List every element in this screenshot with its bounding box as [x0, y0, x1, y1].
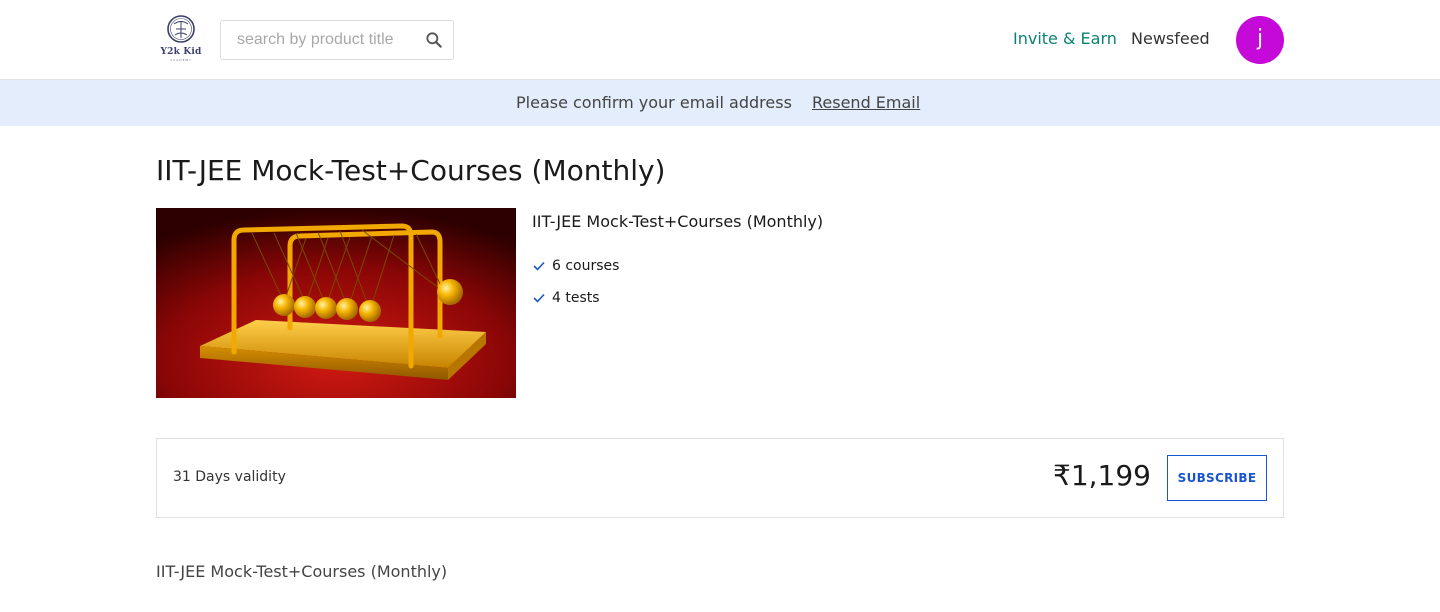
- logo-emblem-icon: [167, 15, 195, 43]
- brand-logo[interactable]: Y2k Kid ACADEMY: [160, 14, 202, 64]
- email-confirm-banner: Please confirm your email address Resend…: [0, 80, 1440, 126]
- invite-earn-link[interactable]: Invite & Earn: [1013, 29, 1117, 48]
- product-name: IIT-JEE Mock-Test+Courses (Monthly): [532, 212, 824, 231]
- newsfeed-link[interactable]: Newsfeed: [1131, 29, 1210, 48]
- feature-item-tests: 4 tests: [532, 288, 600, 308]
- search-input[interactable]: [221, 21, 416, 59]
- logo-subtext: ACADEMY: [170, 58, 192, 62]
- check-icon: [533, 261, 545, 271]
- search-icon[interactable]: [424, 30, 444, 50]
- feature-text: 4 tests: [552, 290, 600, 306]
- page-title: IIT-JEE Mock-Test+Courses (Monthly): [156, 154, 666, 187]
- search-box: [220, 20, 454, 60]
- top-header: Y2k Kid ACADEMY Invite & Earn Newsfeed j: [0, 0, 1440, 80]
- product-description: IIT-JEE Mock-Test+Courses (Monthly): [156, 562, 448, 581]
- price: ₹1,199: [1053, 459, 1151, 492]
- pricing-card: 31 Days validity ₹1,199 SUBSCRIBE: [156, 438, 1284, 518]
- resend-email-link[interactable]: Resend Email: [812, 93, 920, 112]
- logo-text: Y2k Kid: [160, 47, 202, 57]
- check-icon: [533, 293, 545, 303]
- validity-text: 31 Days validity: [173, 469, 286, 485]
- feature-text: 6 courses: [552, 258, 620, 274]
- avatar[interactable]: j: [1236, 16, 1284, 64]
- feature-item-courses: 6 courses: [532, 256, 619, 276]
- banner-message: Please confirm your email address: [516, 93, 792, 112]
- subscribe-button[interactable]: SUBSCRIBE: [1167, 455, 1267, 501]
- newtons-cradle-image: [156, 208, 516, 398]
